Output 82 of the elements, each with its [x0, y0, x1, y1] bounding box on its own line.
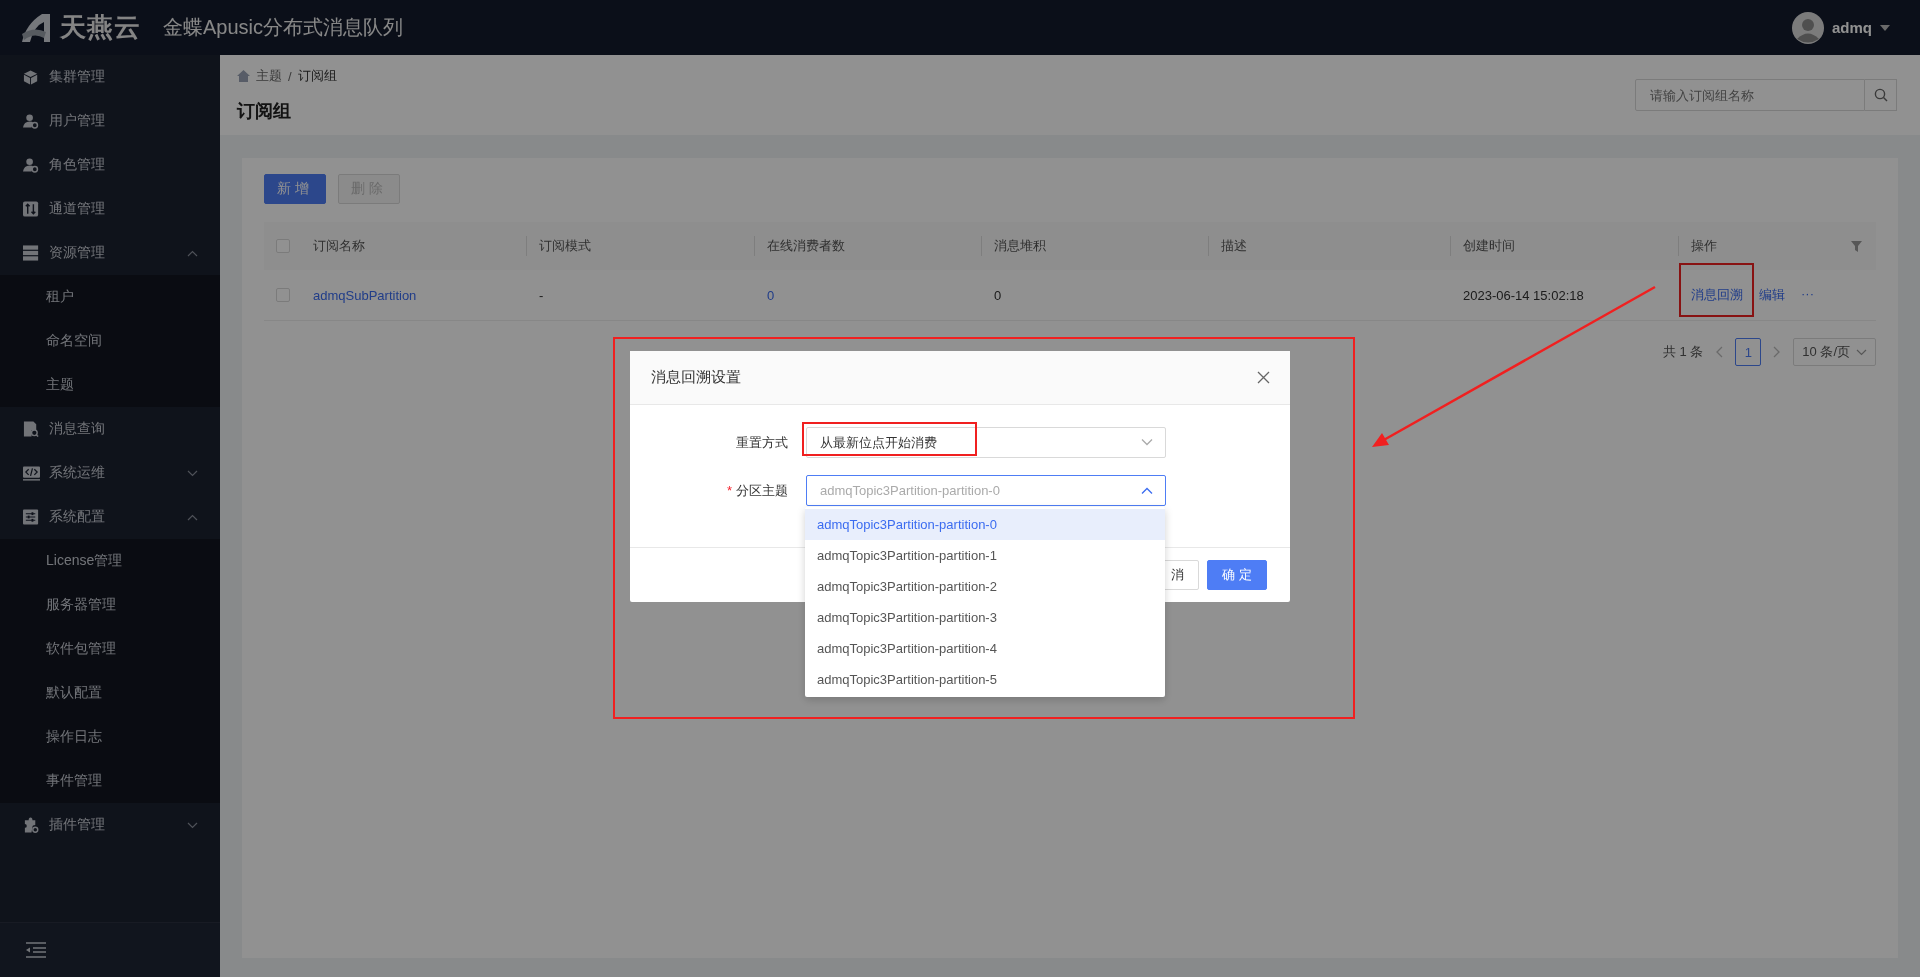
dropdown-option[interactable]: admqTopic3Partition-partition-3 [805, 602, 1165, 633]
chevron-down-icon [1141, 439, 1153, 446]
caret-icon[interactable] [1880, 24, 1890, 31]
sliders-icon [23, 509, 40, 525]
sidebar-subitem[interactable]: 操作日志 [0, 715, 220, 759]
sidebar-subitem[interactable]: 软件包管理 [0, 627, 220, 671]
chevron-up-icon [187, 249, 198, 257]
sidebar-item[interactable]: 资源管理 [0, 231, 220, 275]
page-number[interactable]: 1 [1735, 338, 1762, 366]
sidebar-item[interactable]: 消息查询 [0, 407, 220, 451]
field-label: 分区主题 [736, 482, 788, 498]
transfer-icon [23, 201, 40, 217]
chevron-down-icon [187, 469, 198, 477]
consumer-count-link[interactable]: 0 [767, 287, 775, 303]
user-gear-icon [23, 113, 40, 129]
column-header: 操作 [1691, 237, 1717, 255]
field-label: 重置方式 [736, 434, 788, 450]
sidebar-item[interactable]: 系统配置 [0, 495, 220, 539]
sidebar-subitem[interactable]: 服务器管理 [0, 583, 220, 627]
action-link[interactable]: 消息回溯 [1691, 286, 1743, 304]
sidebar-subitem[interactable]: 默认配置 [0, 671, 220, 715]
dropdown-option[interactable]: admqTopic3Partition-partition-5 [805, 664, 1165, 695]
table-cell: - [539, 287, 544, 303]
sidebar-item[interactable]: 通道管理 [0, 187, 220, 231]
puzzle-icon [23, 817, 40, 833]
dropdown-option[interactable]: admqTopic3Partition-partition-4 [805, 633, 1165, 664]
avatar-icon[interactable] [1792, 11, 1824, 44]
code-icon [23, 465, 40, 481]
dropdown-option[interactable]: admqTopic3Partition-partition-0 [805, 509, 1165, 540]
search-icon [1873, 88, 1888, 102]
breadcrumb-item: 订阅组 [297, 67, 337, 85]
select-field[interactable]: 从最新位点开始消费 [806, 427, 1166, 458]
column-header: 描述 [1221, 237, 1247, 255]
next-page-icon[interactable] [1773, 346, 1782, 358]
sidebar-item[interactable]: 用户管理 [0, 99, 220, 143]
column-header: 消息堆积 [994, 237, 1046, 255]
filter-icon[interactable] [1851, 240, 1862, 252]
sidebar-item[interactable]: 角色管理 [0, 143, 220, 187]
close-icon[interactable] [1257, 371, 1270, 384]
sidebar-item[interactable]: 集群管理 [0, 55, 220, 99]
breadcrumb-item[interactable]: 主题 [256, 67, 282, 85]
sidebar-subitem[interactable]: License管理 [0, 539, 220, 583]
server-icon [23, 245, 40, 261]
chevron-down-icon [187, 821, 198, 829]
total-count: 共 1 条 [1662, 343, 1704, 361]
cube-icon [23, 69, 40, 85]
column-header: 在线消费者数 [767, 237, 845, 255]
search-field[interactable]: 请输入订阅组名称 [1635, 79, 1865, 111]
sidebar-subitem[interactable]: 命名空间 [0, 319, 220, 363]
document-search-icon [23, 421, 40, 437]
chevron-down-icon [1856, 348, 1867, 356]
column-header: 创建时间 [1463, 237, 1515, 255]
chevron-up-icon [1141, 487, 1153, 494]
sidebar-item[interactable]: 插件管理 [0, 803, 220, 847]
previous-page-icon[interactable] [1715, 346, 1724, 358]
table-cell: 2023-06-14 15:02:18 [1463, 287, 1584, 303]
app-title: 金蝶Apusic分布式消息队列 [163, 15, 404, 40]
breadcrumb-separator: / [288, 68, 292, 84]
collapse-menu-icon[interactable] [26, 942, 46, 958]
user-name[interactable]: admq [1832, 19, 1872, 36]
chevron-up-icon [187, 513, 198, 521]
sidebar-subitem[interactable]: 事件管理 [0, 759, 220, 803]
search-button[interactable] [1865, 79, 1897, 111]
add-button[interactable]: 新增 [264, 174, 326, 204]
sidebar-item[interactable]: 系统运维 [0, 451, 220, 495]
page-size-select[interactable]: 10 条/页 [1793, 338, 1876, 366]
logo-text: 天燕云 [60, 11, 141, 44]
column-header: 订阅模式 [539, 237, 591, 255]
required-mark: * [726, 482, 732, 498]
table-cell: 0 [994, 287, 1002, 303]
select-field[interactable]: admqTopic3Partition-partition-0 [806, 475, 1166, 506]
column-header: 订阅名称 [313, 237, 365, 255]
page-title: 订阅组 [237, 100, 292, 123]
subscription-name-link[interactable]: admqSubPartition [313, 287, 417, 303]
user-gear-icon [23, 157, 40, 173]
sidebar-subitem[interactable]: 租户 [0, 275, 220, 319]
home-icon[interactable] [237, 70, 250, 82]
dialog-title: 消息回溯设置 [651, 368, 741, 387]
confirm-button[interactable]: 确定 [1207, 560, 1267, 590]
more-link[interactable]: ··· [1801, 286, 1814, 304]
action-link[interactable]: 编辑 [1759, 286, 1785, 304]
sidebar-subitem[interactable]: 主题 [0, 363, 220, 407]
